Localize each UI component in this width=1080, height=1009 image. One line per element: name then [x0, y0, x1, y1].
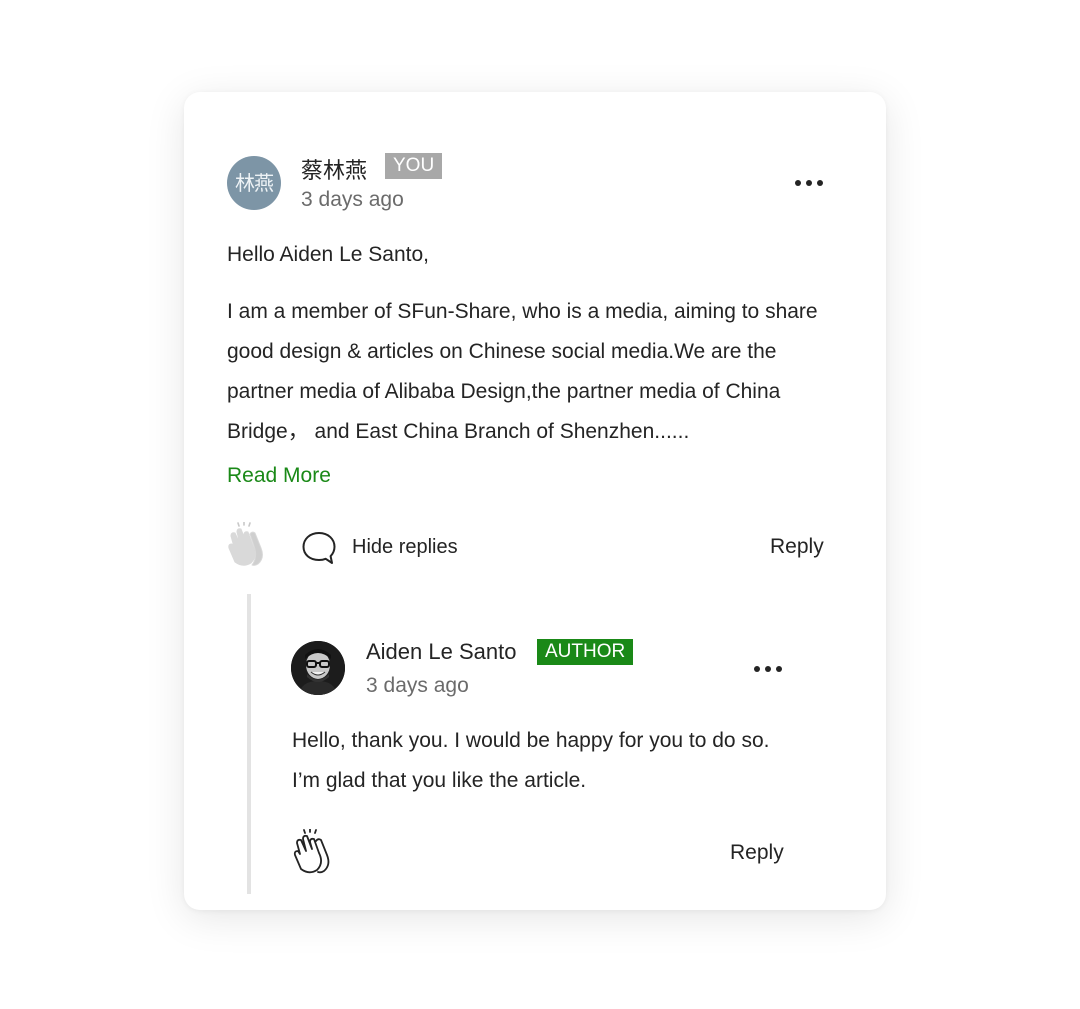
read-more-link[interactable]: Read More [227, 464, 331, 488]
author-badge: AUTHOR [537, 639, 634, 665]
reply-button[interactable]: Reply [730, 841, 784, 865]
reply-button[interactable]: Reply [770, 535, 824, 559]
comment-author-name[interactable]: 蔡林燕 [301, 153, 367, 185]
you-badge: YOU [385, 153, 443, 179]
comment-card: 林燕 蔡林燕 YOU 3 days ago Hello Aiden Le San… [184, 92, 886, 910]
comment-body: I am a member of SFun-Share, who is a me… [227, 300, 818, 443]
more-options-icon[interactable] [795, 176, 823, 190]
hide-replies-button[interactable]: Hide replies [352, 536, 458, 559]
reply-timestamp: 3 days ago [366, 674, 469, 697]
reply-author-name[interactable]: Aiden Le Santo [366, 639, 516, 665]
more-options-icon[interactable] [754, 662, 782, 676]
avatar[interactable] [291, 641, 345, 695]
speech-bubble-icon[interactable] [301, 530, 337, 566]
clap-icon[interactable] [291, 828, 333, 875]
clap-icon[interactable] [225, 521, 267, 568]
comment-timestamp: 3 days ago [301, 188, 404, 211]
avatar[interactable]: 林燕 [227, 156, 281, 210]
reply-body: Hello, thank you. I would be happy for y… [292, 729, 770, 792]
thread-line [247, 594, 251, 894]
comment-greeting: Hello Aiden Le Santo, [227, 243, 429, 266]
